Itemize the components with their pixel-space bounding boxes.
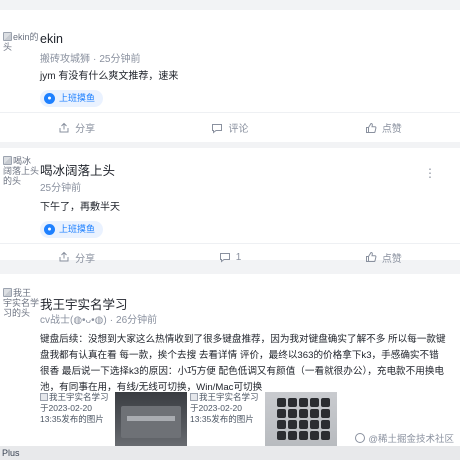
status-bar: Plus (0, 446, 460, 460)
like-label: 点赞 (381, 253, 402, 265)
author-name[interactable]: ekin (40, 32, 63, 46)
author-emoji: (◍•ᴗ•◍) (70, 315, 107, 326)
post-meta: cv战士(◍•ᴗ•◍) · 26分钟前 (40, 315, 158, 326)
post-card[interactable]: ekin的头 ekin 搬砖攻城狮 · 25分钟前 jym 有没有什么爽文推荐，速来… (0, 10, 460, 142)
watermark-text: @稀土掘金技术社区 (368, 434, 454, 445)
broken-image-icon (40, 393, 48, 401)
share-icon (59, 251, 69, 262)
post-time: 25分钟前 (40, 183, 82, 194)
watermark: @稀土掘金技术社区 (355, 431, 454, 445)
top-gap (0, 0, 460, 6)
author-title: cv战士 (40, 315, 70, 326)
post-image[interactable] (115, 392, 187, 449)
share-button[interactable]: 分享 (0, 244, 153, 270)
comment-icon (212, 123, 223, 134)
avatar[interactable]: 喝冰阔落上头的头 (3, 156, 39, 192)
share-label: 分享 (75, 253, 96, 265)
post-time: 25分钟前 (99, 54, 141, 65)
post-content: 下午了，再敷半天 (40, 202, 120, 213)
comment-button[interactable]: 评论 (153, 113, 306, 142)
topic-label: 上班摸鱼 (59, 224, 96, 234)
image-alt-text: 我王宇实名学习于2023-02-20 13:35发布的图片 (40, 392, 109, 424)
post-image[interactable]: 我王宇实名学习于2023-02-20 13:35发布的图片 (190, 392, 262, 449)
topic-tag[interactable]: ● 上班摸鱼 (40, 90, 104, 107)
post-content: jym 有没有什么爽文推荐，速来 (40, 71, 179, 82)
comment-count: 1 (235, 251, 242, 263)
thumb-up-icon (365, 122, 377, 133)
topic-tag[interactable]: ● 上班摸鱼 (40, 221, 104, 238)
post-meta: 搬砖攻城狮 · 25分钟前 (40, 54, 141, 65)
broken-image-icon (3, 156, 12, 165)
like-button[interactable]: 点赞 (307, 244, 460, 270)
avatar[interactable]: 我王宇实名学习的头 (3, 288, 39, 324)
like-button[interactable]: 点赞 (307, 113, 460, 142)
post-card[interactable]: 我王宇实名学习的头 我王宇实名学习 cv战士(◍•ᴗ•◍) · 26分钟前 键盘后续… (0, 274, 460, 454)
topic-icon: ● (44, 224, 55, 235)
action-bar: 分享 1 点赞 (0, 243, 460, 270)
author-name[interactable]: 喝冰阔落上头 (40, 160, 115, 179)
topic-label: 上班摸鱼 (59, 93, 96, 103)
author-title: 搬砖攻城狮 (40, 54, 90, 65)
avatar[interactable]: ekin的头 (3, 32, 39, 68)
keyboard-keys-graphic (277, 398, 330, 440)
juejin-logo-icon (355, 433, 366, 443)
comment-icon (219, 253, 230, 263)
like-label: 点赞 (381, 124, 402, 135)
share-label: 分享 (75, 124, 96, 135)
feed-page: ekin的头 ekin 搬砖攻城狮 · 25分钟前 jym 有没有什么爽文推荐，速来… (0, 0, 460, 460)
comment-label: 评论 (228, 124, 249, 135)
broken-image-icon (3, 288, 12, 297)
keyboard-box-graphic (121, 406, 181, 438)
thumb-up-icon (365, 251, 377, 262)
post-image[interactable]: 我王宇实名学习于2023-02-20 13:35发布的图片 (40, 392, 112, 449)
comment-button[interactable]: 1 (153, 244, 306, 270)
image-alt-text: 我王宇实名学习于2023-02-20 13:35发布的图片 (190, 392, 259, 424)
topic-icon: ● (44, 93, 55, 104)
share-button[interactable]: 分享 (0, 113, 153, 142)
action-bar: 分享 评论 点赞 (0, 112, 460, 142)
broken-image-icon (190, 393, 198, 401)
post-content: 键盘后续：没想到大家这么热情收到了很多键盘推荐，因为我对键盘确实了解不多 所以每… (40, 334, 446, 393)
post-card[interactable]: 喝冰阔落上头的头 喝冰阔落上头 25分钟前 ⋮ 下午了，再敷半天 ● 上班摸鱼 分… (0, 148, 460, 265)
more-menu-icon[interactable]: ⋮ (424, 166, 436, 180)
share-icon (59, 122, 69, 132)
image-gallery: 我王宇实名学习于2023-02-20 13:35发布的图片 我王宇实名学习于20… (40, 392, 337, 449)
broken-image-icon (3, 32, 12, 41)
post-image[interactable] (265, 392, 337, 449)
post-time: 26分钟前 (116, 315, 158, 326)
